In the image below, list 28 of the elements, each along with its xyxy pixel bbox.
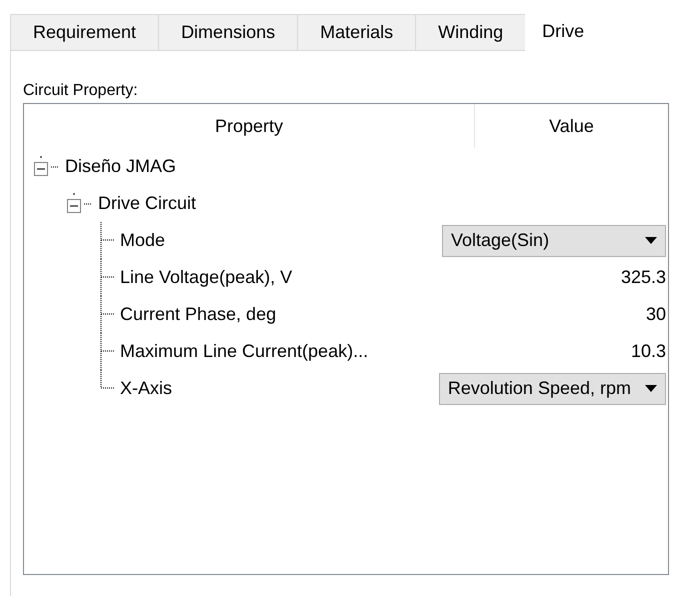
tree-connector (100, 296, 114, 333)
caret-icon (645, 385, 657, 392)
property-value[interactable]: 325.3 (620, 264, 666, 291)
tab[interactable]: Winding (415, 14, 526, 51)
tree-connector (84, 202, 92, 206)
property-label: Mode (120, 229, 166, 252)
property-label: Maximum Line Current(peak)... (120, 340, 368, 363)
property-value[interactable]: 30 (646, 301, 666, 328)
property-label: Line Voltage(peak), V (120, 266, 292, 289)
tree-connector (100, 259, 114, 296)
caret-icon (645, 237, 657, 244)
property-label: Diseño JMAG (65, 155, 176, 178)
property-label: Drive Circuit (98, 192, 196, 215)
property-value[interactable]: 10.3 (630, 338, 666, 365)
column-header[interactable]: Value (475, 104, 668, 148)
tab[interactable]: Requirement (10, 14, 158, 51)
property-label: X-Axis (120, 377, 172, 400)
column-header[interactable]: Property (24, 104, 475, 148)
tab[interactable]: Materials (297, 14, 416, 51)
tab[interactable]: Dimensions (158, 14, 298, 51)
value-dropdown[interactable]: Revolution Speed, rpm (438, 372, 666, 404)
collapse-icon[interactable] (67, 192, 83, 214)
collapse-icon[interactable] (34, 156, 50, 178)
tree-connector (100, 222, 114, 259)
tree-connector (51, 164, 59, 168)
property-label: Current Phase, deg (120, 303, 276, 326)
group-label: Circuit Property: (23, 81, 139, 101)
value-dropdown[interactable]: Voltage(Sin) (442, 224, 666, 256)
